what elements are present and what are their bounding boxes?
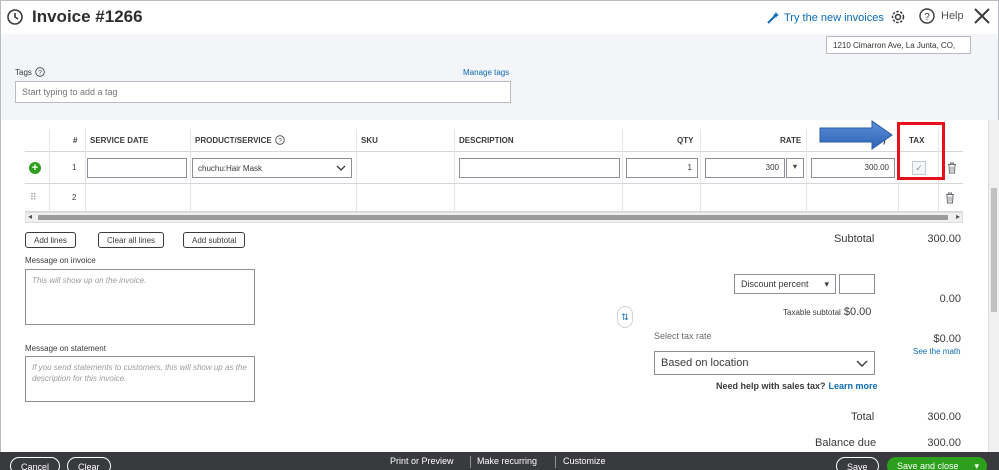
gear-icon[interactable]	[889, 8, 907, 26]
clear-all-lines-button[interactable]: Clear all lines	[98, 232, 165, 248]
qty-input[interactable]: 1	[626, 158, 698, 178]
message-invoice-label: Message on invoice	[25, 256, 96, 265]
rate-dropdown-button[interactable]: ▾	[786, 158, 804, 178]
col-product-service: PRODUCT/SERVICE	[195, 136, 272, 145]
table-horizontal-scrollbar[interactable]: ◂ ▸	[25, 212, 963, 223]
help-label: Help	[941, 10, 964, 22]
save-button[interactable]: Save	[836, 457, 879, 470]
col-description: DESCRIPTION	[459, 136, 514, 145]
row-number: 1	[72, 163, 77, 172]
save-and-close-label: Save and close	[897, 461, 959, 470]
taxable-subtotal: Taxable subtotal $0.00	[783, 306, 871, 318]
footer-divider	[555, 456, 556, 468]
discount-type-value: Discount percent	[741, 279, 809, 289]
sales-tax-help: Need help with sales tax? Learn more	[716, 381, 878, 391]
scroll-left-icon[interactable]: ◂	[28, 212, 32, 221]
caret-down-icon[interactable]: ▾	[974, 461, 979, 470]
taxable-subtotal-label: Taxable subtotal	[783, 308, 841, 317]
svg-text:?: ?	[38, 70, 42, 77]
description-input[interactable]	[459, 158, 620, 178]
amount-input[interactable]: 300.00	[811, 158, 895, 178]
scroll-right-icon[interactable]: ▸	[956, 212, 960, 221]
message-statement-textarea[interactable]: If you send statements to customers, thi…	[25, 356, 255, 402]
col-qty: QTY	[677, 136, 694, 145]
tags-label: Tags ?	[15, 67, 45, 77]
col-service-date: SERVICE DATE	[90, 136, 149, 145]
magic-wand-icon	[767, 12, 779, 24]
message-invoice-textarea[interactable]: This will show up on the invoice.	[25, 269, 255, 325]
see-the-math-link[interactable]: See the math	[913, 347, 961, 356]
caret-down-icon: ▾	[824, 278, 829, 289]
learn-more-link[interactable]: Learn more	[829, 381, 878, 391]
footer-toolbar: Cancel Clear Print or Preview Make recur…	[0, 452, 999, 470]
tax-amount: $0.00	[933, 333, 961, 345]
svg-text:?: ?	[278, 138, 282, 145]
product-service-select[interactable]: chuchu:Hair Mask	[192, 158, 352, 178]
discount-amount: 0.00	[939, 293, 961, 305]
history-icon[interactable]	[6, 8, 24, 26]
save-and-close-button[interactable]: Save and close ▾	[887, 457, 987, 470]
tax-highlight-box	[897, 122, 945, 180]
tax-rate-select[interactable]: Based on location	[654, 351, 875, 375]
try-new-invoices-link[interactable]: Try the new invoices	[766, 11, 884, 25]
cancel-button[interactable]: Cancel	[10, 457, 61, 470]
try-new-invoices-label: Try the new invoices	[784, 12, 884, 24]
taxable-subtotal-value: $0.00	[843, 306, 872, 318]
chevron-down-icon	[856, 360, 868, 367]
drag-handle-icon[interactable]: ⠿	[30, 192, 37, 203]
billing-address-field[interactable]: 1210 Cimarron Ave, La Junta, CO,	[826, 36, 971, 54]
tags-label-text: Tags	[15, 67, 32, 77]
table-row	[25, 184, 963, 212]
balance-due-value: 300.00	[927, 437, 961, 449]
svg-text:?: ?	[924, 12, 930, 23]
swap-order-icon[interactable]: ⇅	[617, 306, 633, 328]
col-number: #	[73, 136, 78, 145]
tax-rate-value: Based on location	[661, 357, 749, 369]
sales-tax-help-text: Need help with sales tax?	[716, 381, 826, 391]
tax-rate-label: Select tax rate	[654, 331, 712, 341]
chevron-down-icon	[336, 165, 346, 171]
row-number: 2	[72, 193, 77, 202]
total-label: Total	[851, 411, 875, 423]
rate-input[interactable]: 300	[705, 158, 785, 178]
print-preview-button[interactable]: Print or Preview	[390, 456, 454, 466]
col-sku: SKU	[361, 136, 378, 145]
add-subtotal-button[interactable]: Add subtotal	[183, 232, 246, 248]
scrollbar-thumb[interactable]	[38, 215, 948, 220]
service-date-input[interactable]	[87, 158, 187, 178]
tags-input[interactable]	[15, 81, 511, 103]
add-line-icon[interactable]: +	[29, 162, 41, 174]
info-icon[interactable]: ?	[275, 135, 285, 145]
footer-divider	[470, 456, 471, 468]
message-statement-label: Message on statement	[25, 344, 106, 353]
subtotal-value: 300.00	[927, 233, 961, 245]
product-service-value: chuchu:Hair Mask	[198, 163, 263, 173]
discount-value-input[interactable]	[839, 274, 875, 294]
trash-icon[interactable]	[945, 192, 955, 204]
help-icon: ?	[919, 8, 935, 24]
subtotal-label: Subtotal	[834, 233, 875, 245]
customize-button[interactable]: Customize	[563, 456, 606, 466]
scrollbar-thumb[interactable]	[991, 188, 997, 312]
manage-tags-link[interactable]: Manage tags	[463, 68, 509, 77]
discount-type-select[interactable]: Discount percent ▾	[734, 274, 836, 294]
total-value: 300.00	[927, 411, 961, 423]
page-title: Invoice #1266	[32, 7, 143, 26]
add-lines-button[interactable]: Add lines	[25, 232, 76, 248]
trash-icon[interactable]	[947, 162, 957, 174]
clear-button[interactable]: Clear	[67, 457, 111, 470]
annotation-arrow-icon	[819, 120, 893, 150]
page-vertical-scrollbar[interactable]	[988, 120, 999, 452]
balance-due-label: Balance due	[815, 437, 877, 449]
close-icon[interactable]	[972, 6, 992, 26]
col-rate: RATE	[780, 136, 802, 145]
help-button[interactable]: ? Help	[919, 8, 964, 24]
make-recurring-button[interactable]: Make recurring	[477, 456, 537, 466]
info-icon[interactable]: ?	[35, 67, 45, 77]
